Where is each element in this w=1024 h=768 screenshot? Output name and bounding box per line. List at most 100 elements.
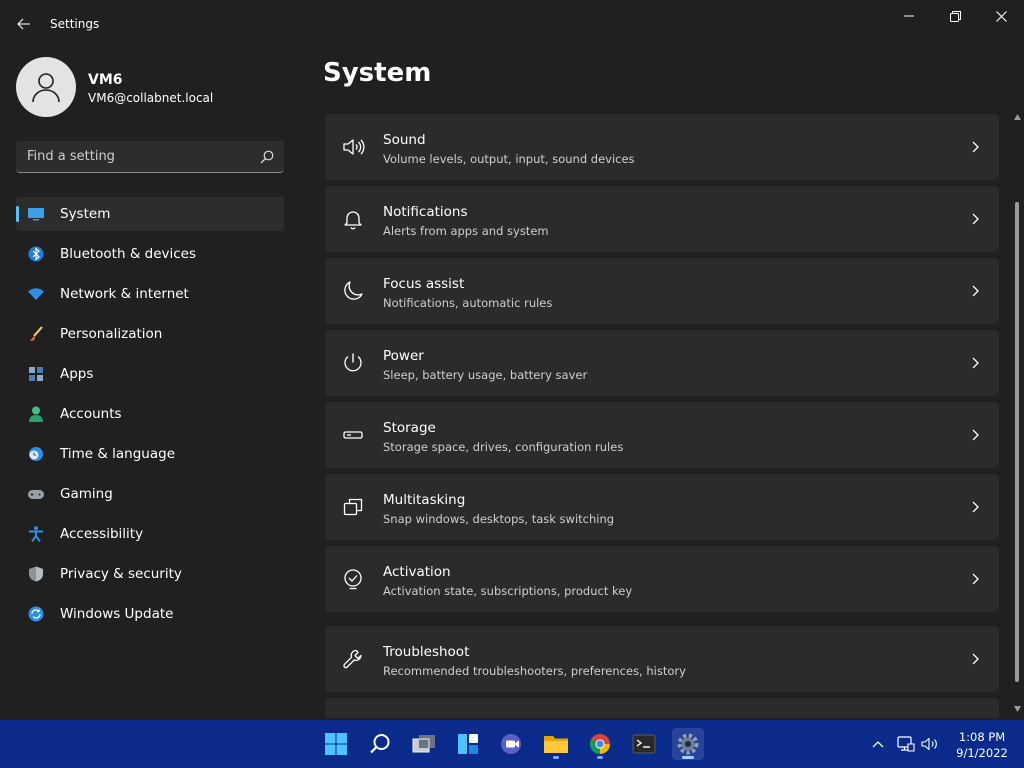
settings-item-title: Notifications <box>383 204 468 220</box>
user-email: VM6@collabnet.local <box>88 91 214 105</box>
settings-item-activation[interactable]: Activation Activation state, subscriptio… <box>325 546 999 612</box>
chevron-up-icon <box>872 741 884 748</box>
network-tray-button[interactable] <box>896 734 916 754</box>
chevron-right-icon <box>972 429 979 441</box>
sidebar-item-label: Privacy & security <box>60 566 182 582</box>
wifi-icon <box>28 288 44 300</box>
chevron-right-icon <box>972 141 979 153</box>
settings-icon <box>677 733 699 755</box>
settings-item-title: Focus assist <box>383 276 465 292</box>
clock-globe-icon <box>29 447 43 461</box>
settings-item-title: Activation <box>383 564 451 580</box>
sidebar-item-time-language[interactable]: Time & language <box>16 437 284 471</box>
sidebar-item-label: Accounts <box>60 406 122 422</box>
sidebar-item-label: Personalization <box>60 326 163 342</box>
app-title: Settings <box>50 17 100 31</box>
sidebar-item-personalization[interactable]: Personalization <box>16 317 284 351</box>
settings-item-title: Power <box>383 348 424 364</box>
search-input[interactable]: Find a setting <box>16 141 284 173</box>
chrome-button[interactable] <box>584 728 616 760</box>
sidebar-item-apps[interactable]: Apps <box>16 357 284 391</box>
taskbar: 1:08 PM 9/1/2022 <box>0 720 1024 768</box>
active-indicator <box>682 756 694 759</box>
terminal-button[interactable] <box>628 728 660 760</box>
settings-item-multitasking[interactable]: Multitasking Snap windows, desktops, tas… <box>325 474 999 540</box>
scroll-down-icon[interactable] <box>1014 706 1021 712</box>
arrow-left-icon <box>17 18 30 30</box>
settings-item-troubleshoot[interactable]: Troubleshoot Recommended troubleshooters… <box>325 626 999 692</box>
minimize-button[interactable] <box>886 0 932 32</box>
system-clock[interactable]: 1:08 PM 9/1/2022 <box>950 729 1014 761</box>
user-name: VM6 <box>88 72 123 88</box>
scroll-thumb[interactable] <box>1015 202 1019 682</box>
widgets-button[interactable] <box>452 728 484 760</box>
chrome-icon <box>589 734 610 755</box>
sidebar-item-bluetooth[interactable]: Bluetooth & devices <box>16 237 284 271</box>
moon-icon <box>344 281 363 300</box>
settings-item-notifications[interactable]: Notifications Alerts from apps and syste… <box>325 186 999 252</box>
sidebar-item-accounts[interactable]: Accounts <box>16 397 284 431</box>
person-icon <box>29 406 43 422</box>
show-hidden-icons-button[interactable] <box>868 734 888 754</box>
sidebar-item-label: Bluetooth & devices <box>60 246 197 262</box>
page-title: System <box>323 58 432 88</box>
sidebar-item-system[interactable]: System <box>16 197 284 231</box>
sidebar-item-label: Apps <box>60 366 94 382</box>
settings-item-storage[interactable]: Storage Storage space, drives, configura… <box>325 402 999 468</box>
file-explorer-button[interactable] <box>540 728 572 760</box>
volume-tray-button[interactable] <box>920 734 940 754</box>
chevron-right-icon <box>972 501 979 513</box>
terminal-icon <box>632 734 656 754</box>
settings-item-description: Snap windows, desktops, task switching <box>383 512 615 526</box>
chevron-right-icon <box>972 357 979 369</box>
selection-indicator <box>16 206 19 222</box>
power-icon <box>344 353 362 372</box>
settings-item-description: Sleep, battery usage, battery saver <box>383 368 588 382</box>
search-icon <box>370 734 390 754</box>
clock-date: 9/1/2022 <box>956 746 1008 760</box>
sidebar-item-windows-update[interactable]: Windows Update <box>16 597 284 631</box>
chat-button[interactable] <box>496 728 528 760</box>
settings-item-power[interactable]: Power Sleep, battery usage, battery save… <box>325 330 999 396</box>
apps-icon <box>29 367 43 381</box>
task-view-button[interactable] <box>408 728 440 760</box>
settings-item-description: Activation state, subscriptions, product… <box>383 584 633 598</box>
back-button[interactable] <box>10 10 38 38</box>
close-button[interactable] <box>978 0 1024 32</box>
settings-item-title: Sound <box>383 132 426 148</box>
sidebar-item-label: Gaming <box>60 486 113 502</box>
restore-icon <box>949 10 961 22</box>
settings-item-focus-assist[interactable]: Focus assist Notifications, automatic ru… <box>325 258 999 324</box>
sidebar-item-gaming[interactable]: Gaming <box>16 477 284 511</box>
running-indicator <box>553 756 559 759</box>
scroll-up-icon[interactable] <box>1014 114 1021 120</box>
search-icon <box>260 150 274 164</box>
taskbar-search-button[interactable] <box>364 728 396 760</box>
sidebar-item-label: Windows Update <box>60 606 174 622</box>
bell-icon <box>344 211 362 230</box>
volume-icon <box>921 737 937 751</box>
sidebar-item-accessibility[interactable]: Accessibility <box>16 517 284 551</box>
gamepad-icon <box>28 490 44 499</box>
search-placeholder: Find a setting <box>27 149 115 164</box>
brush-icon <box>30 326 43 341</box>
restore-button[interactable] <box>932 0 978 32</box>
start-button[interactable] <box>320 728 352 760</box>
avatar[interactable] <box>16 57 76 117</box>
sidebar-item-privacy-security[interactable]: Privacy & security <box>16 557 284 591</box>
minimize-icon <box>904 15 914 17</box>
scrollbar[interactable] <box>1011 114 1024 718</box>
sidebar-item-network[interactable]: Network & internet <box>16 277 284 311</box>
check-circle-icon <box>344 569 362 590</box>
network-icon <box>897 736 915 752</box>
running-indicator <box>597 756 603 759</box>
settings-item-description: Storage space, drives, configuration rul… <box>383 440 624 454</box>
chevron-right-icon <box>972 285 979 297</box>
settings-item-partial[interactable] <box>325 698 999 718</box>
settings-taskbar-button[interactable] <box>672 728 704 760</box>
settings-item-sound[interactable]: Sound Volume levels, output, input, soun… <box>325 114 999 180</box>
chevron-right-icon <box>972 213 979 225</box>
sidebar-item-label: System <box>60 206 111 222</box>
file-explorer-icon <box>544 736 568 753</box>
sidebar-item-label: Accessibility <box>60 526 144 542</box>
